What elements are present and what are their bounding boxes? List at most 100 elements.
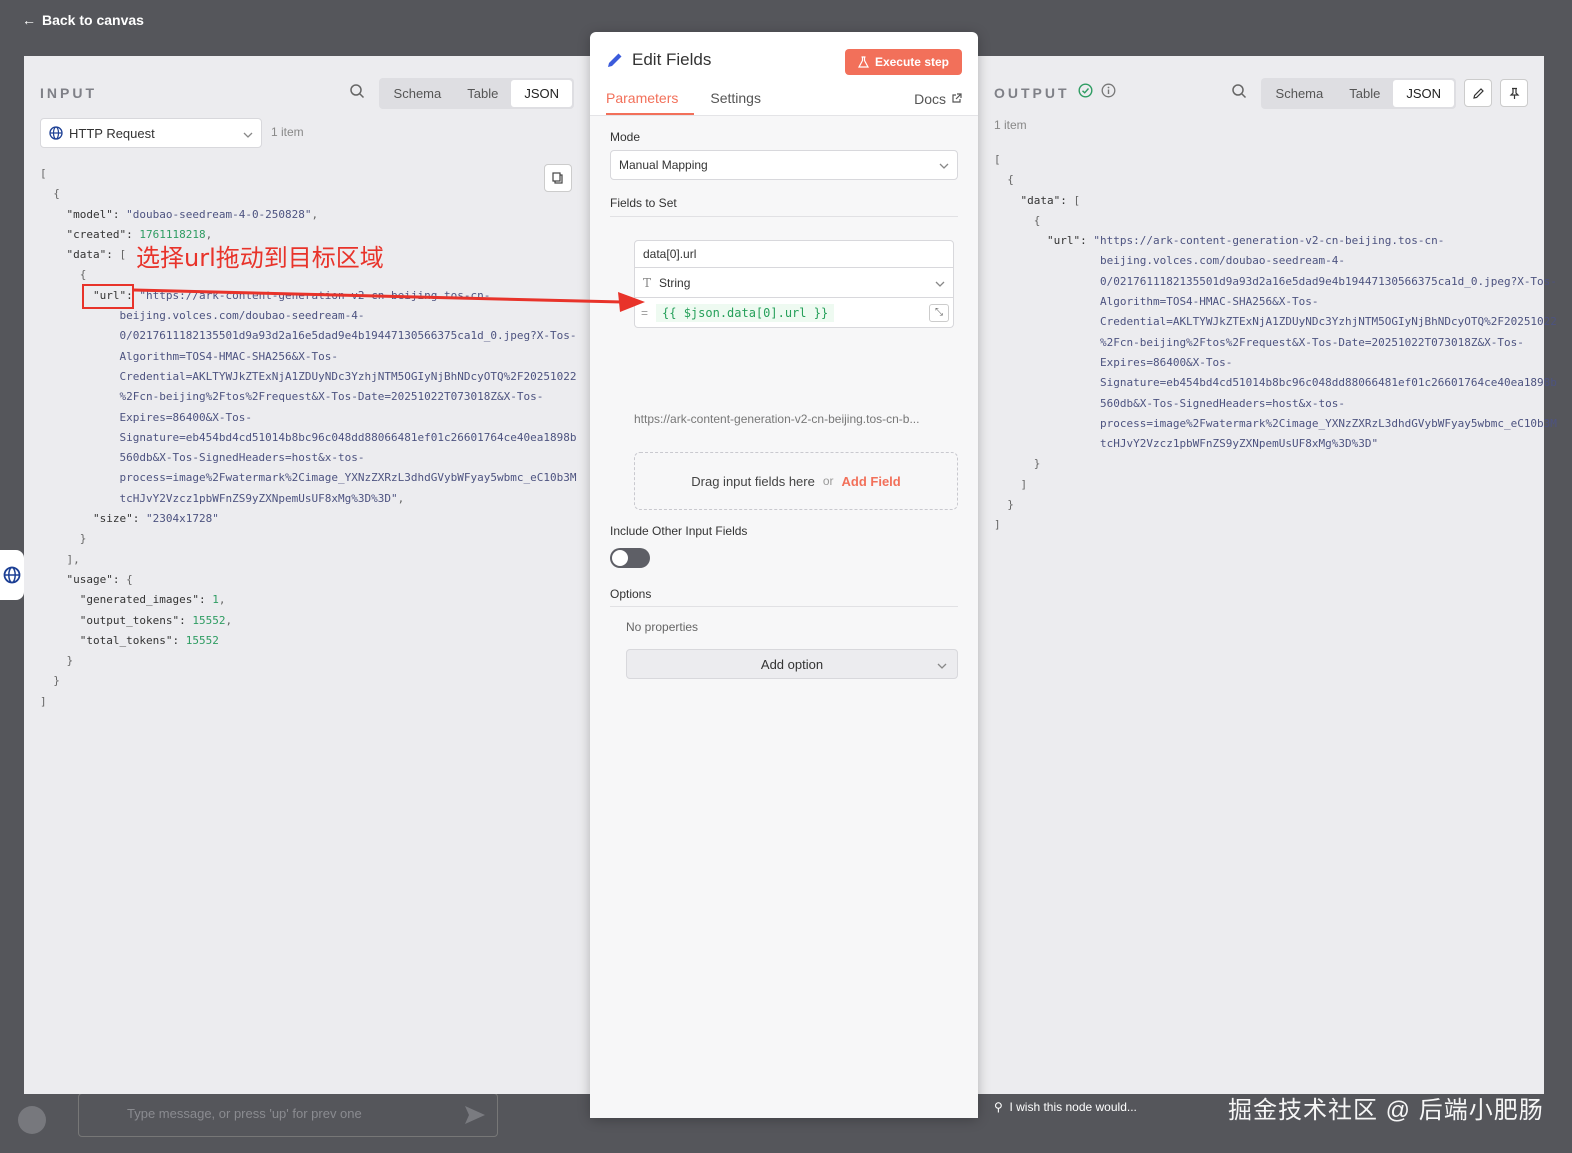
json-url-line: Expires=86400&X-Tos- xyxy=(1099,355,1233,369)
options-label: Options xyxy=(610,587,652,601)
field-name-input[interactable]: data[0].url xyxy=(634,240,954,268)
input-item-count: 1 item xyxy=(271,125,304,139)
execute-step-button[interactable]: Execute step xyxy=(844,49,962,75)
output-panel: OUTPUT Schema Table JSON 1 item [ { "dat… xyxy=(978,56,1557,1094)
json-url-line: tcHJvY2Vzcz1pbWFnZS9yZXNpemUsUF8xMg%3D%3… xyxy=(1099,437,1379,451)
json-url-line: 560db&X-Tos-SignedHeaders=host&x-tos- xyxy=(1099,396,1346,410)
edit-output-button[interactable] xyxy=(1464,79,1492,107)
chevron-down-icon xyxy=(243,126,253,141)
json-url-line: Credential=AKLTYWJkZTExNjA1ZDUyNDc3YzhjN… xyxy=(119,369,577,383)
json-key-url: "url": xyxy=(1046,234,1087,248)
add-field-button[interactable]: Add Field xyxy=(842,474,901,489)
node-header: Edit Fields xyxy=(606,50,711,70)
mode-select[interactable]: Manual Mapping xyxy=(610,150,958,180)
tab-schema[interactable]: Schema xyxy=(1263,80,1337,107)
json-key[interactable]: "output_tokens": xyxy=(80,614,186,627)
info-icon[interactable] xyxy=(1101,83,1116,103)
json-key: "data": xyxy=(1020,193,1067,207)
source-node-name: HTTP Request xyxy=(69,125,155,141)
json-url-line: Signature=eb454bd4cd51014b8bc96c048dd880… xyxy=(119,430,577,444)
tab-schema[interactable]: Schema xyxy=(381,80,455,107)
tab-parameters[interactable]: Parameters xyxy=(606,82,695,115)
mode-value: Manual Mapping xyxy=(619,158,708,172)
field-type-select[interactable]: T String xyxy=(634,268,954,298)
feedback-label: I wish this node would... xyxy=(1009,1100,1137,1114)
json-key[interactable]: "total_tokens": xyxy=(80,634,179,647)
pin-icon xyxy=(1509,87,1519,99)
add-option-label: Add option xyxy=(760,656,824,672)
drop-zone[interactable]: Drag input fields here or Add Field xyxy=(634,452,958,510)
output-item-count: 1 item xyxy=(994,118,1027,132)
back-to-canvas-link[interactable]: ← Back to canvas xyxy=(22,12,144,28)
input-view-switcher: Schema Table JSON xyxy=(378,77,574,109)
output-view-switcher: Schema Table JSON xyxy=(1260,77,1456,109)
side-node-tab[interactable] xyxy=(0,550,24,600)
chevron-down-icon xyxy=(937,657,947,672)
json-url-line: Algorithm=TOS4-HMAC-SHA256&X-Tos- xyxy=(1099,295,1319,309)
json-value: "2304x1728" xyxy=(145,512,219,526)
chevron-down-icon xyxy=(935,276,945,290)
json-url-line: 0/0217611182135501d9a93d2a16e5dad9e4b194… xyxy=(119,329,577,343)
field-name-value: data[0].url xyxy=(643,247,697,261)
arrow-left-icon: ← xyxy=(22,12,36,28)
pin-output-button[interactable] xyxy=(1500,79,1528,107)
tab-settings[interactable]: Settings xyxy=(710,82,761,115)
json-key[interactable]: "data": xyxy=(67,248,113,261)
input-title: INPUT xyxy=(40,85,97,101)
include-other-label: Include Other Input Fields xyxy=(610,524,748,538)
json-url-line: %2Fcn-beijing%2Ftos%2Frequest&X-Tos-Date… xyxy=(1099,335,1524,349)
annotation-text: 选择url拖动到目标区域 xyxy=(136,244,384,272)
parameters-body: Mode Manual Mapping Fields to Set data[0… xyxy=(590,116,978,1118)
flask-icon xyxy=(857,56,869,68)
input-panel: INPUT Schema Table JSON HTTP Request 1 i… xyxy=(24,56,590,1094)
tab-json[interactable]: JSON xyxy=(1393,79,1454,107)
field-expression: {{ $json.data[0].url }} xyxy=(656,303,835,322)
chat-input[interactable]: Type message, or press 'up' for prev one xyxy=(78,1093,498,1137)
json-key[interactable]: "generated_images": xyxy=(80,593,206,606)
json-key[interactable]: "created": xyxy=(67,228,133,241)
globe-icon xyxy=(49,126,63,140)
json-url-line: beijing.volces.com/doubao-seedream-4- xyxy=(1099,254,1346,268)
lightbulb-icon: ⚲ xyxy=(994,1100,1003,1114)
expand-editor-icon[interactable]: ⤡ xyxy=(929,303,949,322)
search-icon[interactable] xyxy=(349,83,365,104)
chevron-down-icon xyxy=(939,158,949,172)
divider xyxy=(610,216,958,217)
field-preview: https://ark-content-generation-v2-cn-bei… xyxy=(634,412,920,426)
external-link-icon xyxy=(952,93,962,103)
text-type-icon: T xyxy=(643,275,652,290)
feedback-link[interactable]: ⚲ I wish this node would... xyxy=(994,1100,1137,1114)
json-url-line: Expires=86400&X-Tos- xyxy=(119,410,252,424)
json-url-line: beijing.volces.com/doubao-seedream-4- xyxy=(119,309,365,323)
chat-placeholder: Type message, or press 'up' for prev one xyxy=(127,1106,362,1121)
output-json-view: [ { "data": [ { "url": "https://ark-cont… xyxy=(994,153,1557,532)
no-properties-text: No properties xyxy=(626,620,699,634)
json-key[interactable]: "usage": xyxy=(67,573,120,586)
input-panel-header: INPUT Schema Table JSON xyxy=(40,77,574,109)
tab-json[interactable]: JSON xyxy=(511,79,572,107)
mode-label: Mode xyxy=(610,130,641,144)
docs-label: Docs xyxy=(914,90,946,107)
url-highlight-box xyxy=(82,284,134,309)
drop-or: or xyxy=(822,474,834,488)
json-key[interactable]: "size": xyxy=(93,512,139,525)
json-url-line: "https://ark-content-generation-v2-cn-be… xyxy=(1093,234,1445,248)
field-type-value: String xyxy=(659,275,691,290)
output-panel-header: OUTPUT Schema Table JSON xyxy=(994,77,1528,109)
search-icon[interactable] xyxy=(1231,83,1247,104)
back-to-canvas-label: Back to canvas xyxy=(42,12,144,28)
json-url-line: Credential=AKLTYWJkZTExNjA1ZDUyNDc3YzhjN… xyxy=(1099,315,1557,329)
drop-text: Drag input fields here xyxy=(691,473,815,489)
input-source-select[interactable]: HTTP Request xyxy=(40,118,262,148)
add-option-select[interactable]: Add option xyxy=(626,649,958,679)
tab-table[interactable]: Table xyxy=(1336,80,1393,107)
field-value-input[interactable]: = {{ $json.data[0].url }} ⤡ xyxy=(634,298,954,328)
json-key[interactable]: "model": xyxy=(67,208,120,221)
output-title: OUTPUT xyxy=(994,85,1070,101)
tab-table[interactable]: Table xyxy=(454,80,511,107)
json-value: 15552 xyxy=(192,613,226,627)
docs-link[interactable]: Docs xyxy=(914,82,962,115)
include-other-toggle[interactable] xyxy=(610,548,650,568)
send-icon[interactable] xyxy=(465,1106,485,1124)
json-value: 1 xyxy=(212,593,219,607)
